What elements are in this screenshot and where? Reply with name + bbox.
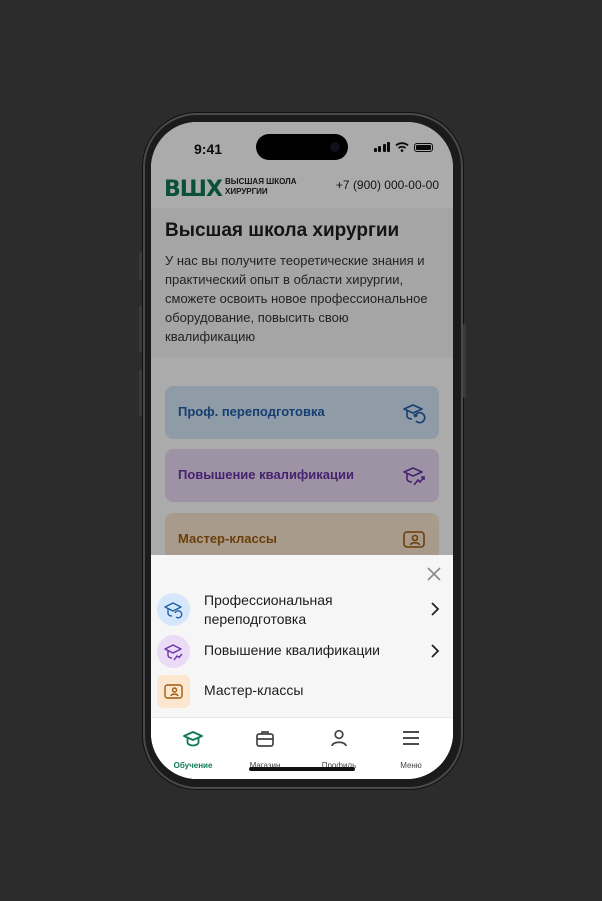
signal-icon — [373, 142, 390, 152]
phone-screen: 9:41 ВШХ ВЫСШАЯ ШКОЛА ХИРУРГИИ +7 (900) … — [151, 122, 453, 779]
sheet-item-label: Профессиональная переподготовка — [204, 592, 333, 627]
graduation-cap-icon — [183, 731, 203, 747]
status-time: 9:41 — [194, 141, 223, 157]
menu-icon — [403, 731, 419, 745]
chevron-right-icon — [431, 644, 440, 658]
volume-down-button — [139, 370, 142, 416]
briefcase-icon — [256, 731, 274, 747]
wifi-icon — [395, 142, 409, 152]
tab-menu[interactable]: Меню — [381, 726, 441, 770]
power-button — [463, 324, 466, 398]
tab-shop[interactable]: Магазин — [235, 726, 295, 770]
graduation-cap-arrow-icon — [164, 644, 183, 661]
sheet-item-masterclass[interactable]: Мастер-классы — [157, 673, 447, 709]
chevron-right-icon — [431, 602, 440, 616]
badge — [157, 675, 190, 708]
badge — [157, 593, 190, 626]
dim-overlay[interactable] — [151, 122, 453, 555]
side-button — [139, 252, 142, 280]
home-indicator[interactable] — [249, 767, 355, 771]
bottom-sheet: Профессиональная переподготовка Повышени… — [151, 555, 453, 717]
sheet-item-label: Повышение квалификации — [204, 642, 380, 658]
close-icon[interactable] — [425, 565, 443, 583]
tab-label: Обучение — [173, 761, 213, 770]
graduation-cap-refresh-icon — [164, 602, 183, 619]
camera-icon — [330, 142, 340, 152]
status-bar: 9:41 — [151, 122, 453, 172]
tab-learning[interactable]: Обучение — [163, 726, 223, 770]
certificate-person-icon — [164, 684, 183, 699]
volume-up-button — [139, 306, 142, 352]
tab-label: Меню — [400, 761, 422, 770]
sheet-item-label: Мастер-классы — [204, 682, 304, 698]
user-icon — [331, 729, 347, 747]
dynamic-island — [256, 134, 348, 160]
sheet-item-qualification[interactable]: Повышение квалификации — [157, 633, 447, 669]
battery-icon — [414, 142, 433, 152]
tab-profile[interactable]: Профиль — [309, 726, 369, 770]
badge — [157, 635, 190, 668]
sheet-item-retraining[interactable]: Профессиональная переподготовка — [157, 591, 447, 627]
